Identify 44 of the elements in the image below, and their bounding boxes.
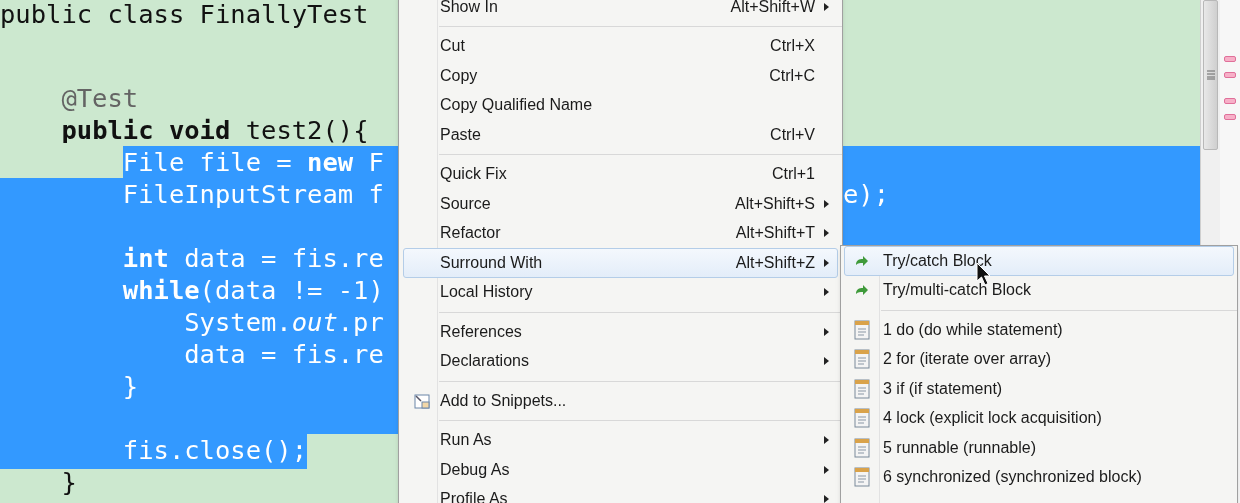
code-line: } xyxy=(60,465,77,499)
template-icon xyxy=(854,437,870,458)
code-line: } xyxy=(121,369,139,403)
menu-item[interactable]: Paste Ctrl+V xyxy=(403,120,838,150)
menu-item[interactable]: Declarations xyxy=(403,346,838,376)
code-line: public void test2(){ xyxy=(60,113,369,147)
code-line: e); xyxy=(843,177,890,211)
code-line: System.out.pr xyxy=(183,305,384,339)
arrow-icon xyxy=(855,254,869,267)
code-line: FileInputStream f xyxy=(121,177,384,211)
warning-marker[interactable] xyxy=(1224,98,1236,104)
template-icon xyxy=(854,467,870,488)
menu-item[interactable]: Refactor Alt+Shift+T xyxy=(403,218,838,248)
arrow-icon xyxy=(855,284,869,297)
warning-marker[interactable] xyxy=(1224,56,1236,62)
snippet-icon xyxy=(413,391,431,410)
grip-icon xyxy=(1206,70,1215,80)
code-line: File file = new F xyxy=(122,145,384,179)
menu-item[interactable]: References xyxy=(403,317,838,347)
template-icon xyxy=(854,319,870,340)
code-line: @Test xyxy=(60,81,139,115)
menu-item[interactable]: Quick Fix Ctrl+1 xyxy=(403,159,838,189)
menu-item[interactable]: Copy Qualified Name xyxy=(403,90,838,120)
code-line: data = fis.re xyxy=(183,337,384,371)
warning-marker[interactable] xyxy=(1224,72,1236,78)
menu-item[interactable]: Add to Snippets... xyxy=(403,386,838,416)
code-line: fis.close(); xyxy=(121,433,308,467)
menu-item[interactable]: Show In Alt+Shift+W xyxy=(403,0,838,22)
menu-item[interactable]: Debug As xyxy=(403,455,838,485)
code-line: while(data != -1) xyxy=(121,273,384,307)
menu-item[interactable]: Local History xyxy=(403,277,838,307)
code-line: int data = fis.re xyxy=(121,241,384,275)
code-line: public class FinallyTest xyxy=(0,0,369,28)
template-icon xyxy=(854,349,870,370)
menu-item[interactable]: Source Alt+Shift+S xyxy=(403,189,838,219)
menu-item[interactable]: Surround With Alt+Shift+Z xyxy=(403,248,838,278)
scrollbar-thumb[interactable] xyxy=(1203,0,1218,150)
warning-marker[interactable] xyxy=(1224,114,1236,120)
menu-item[interactable]: Try/catch Block xyxy=(844,246,1234,276)
menu-item[interactable]: Cut Ctrl+X xyxy=(403,31,838,61)
template-icon xyxy=(854,378,870,399)
menu-item[interactable]: Copy Ctrl+C xyxy=(403,61,838,91)
menu-item[interactable]: Run As xyxy=(403,425,838,455)
template-icon xyxy=(854,408,870,429)
